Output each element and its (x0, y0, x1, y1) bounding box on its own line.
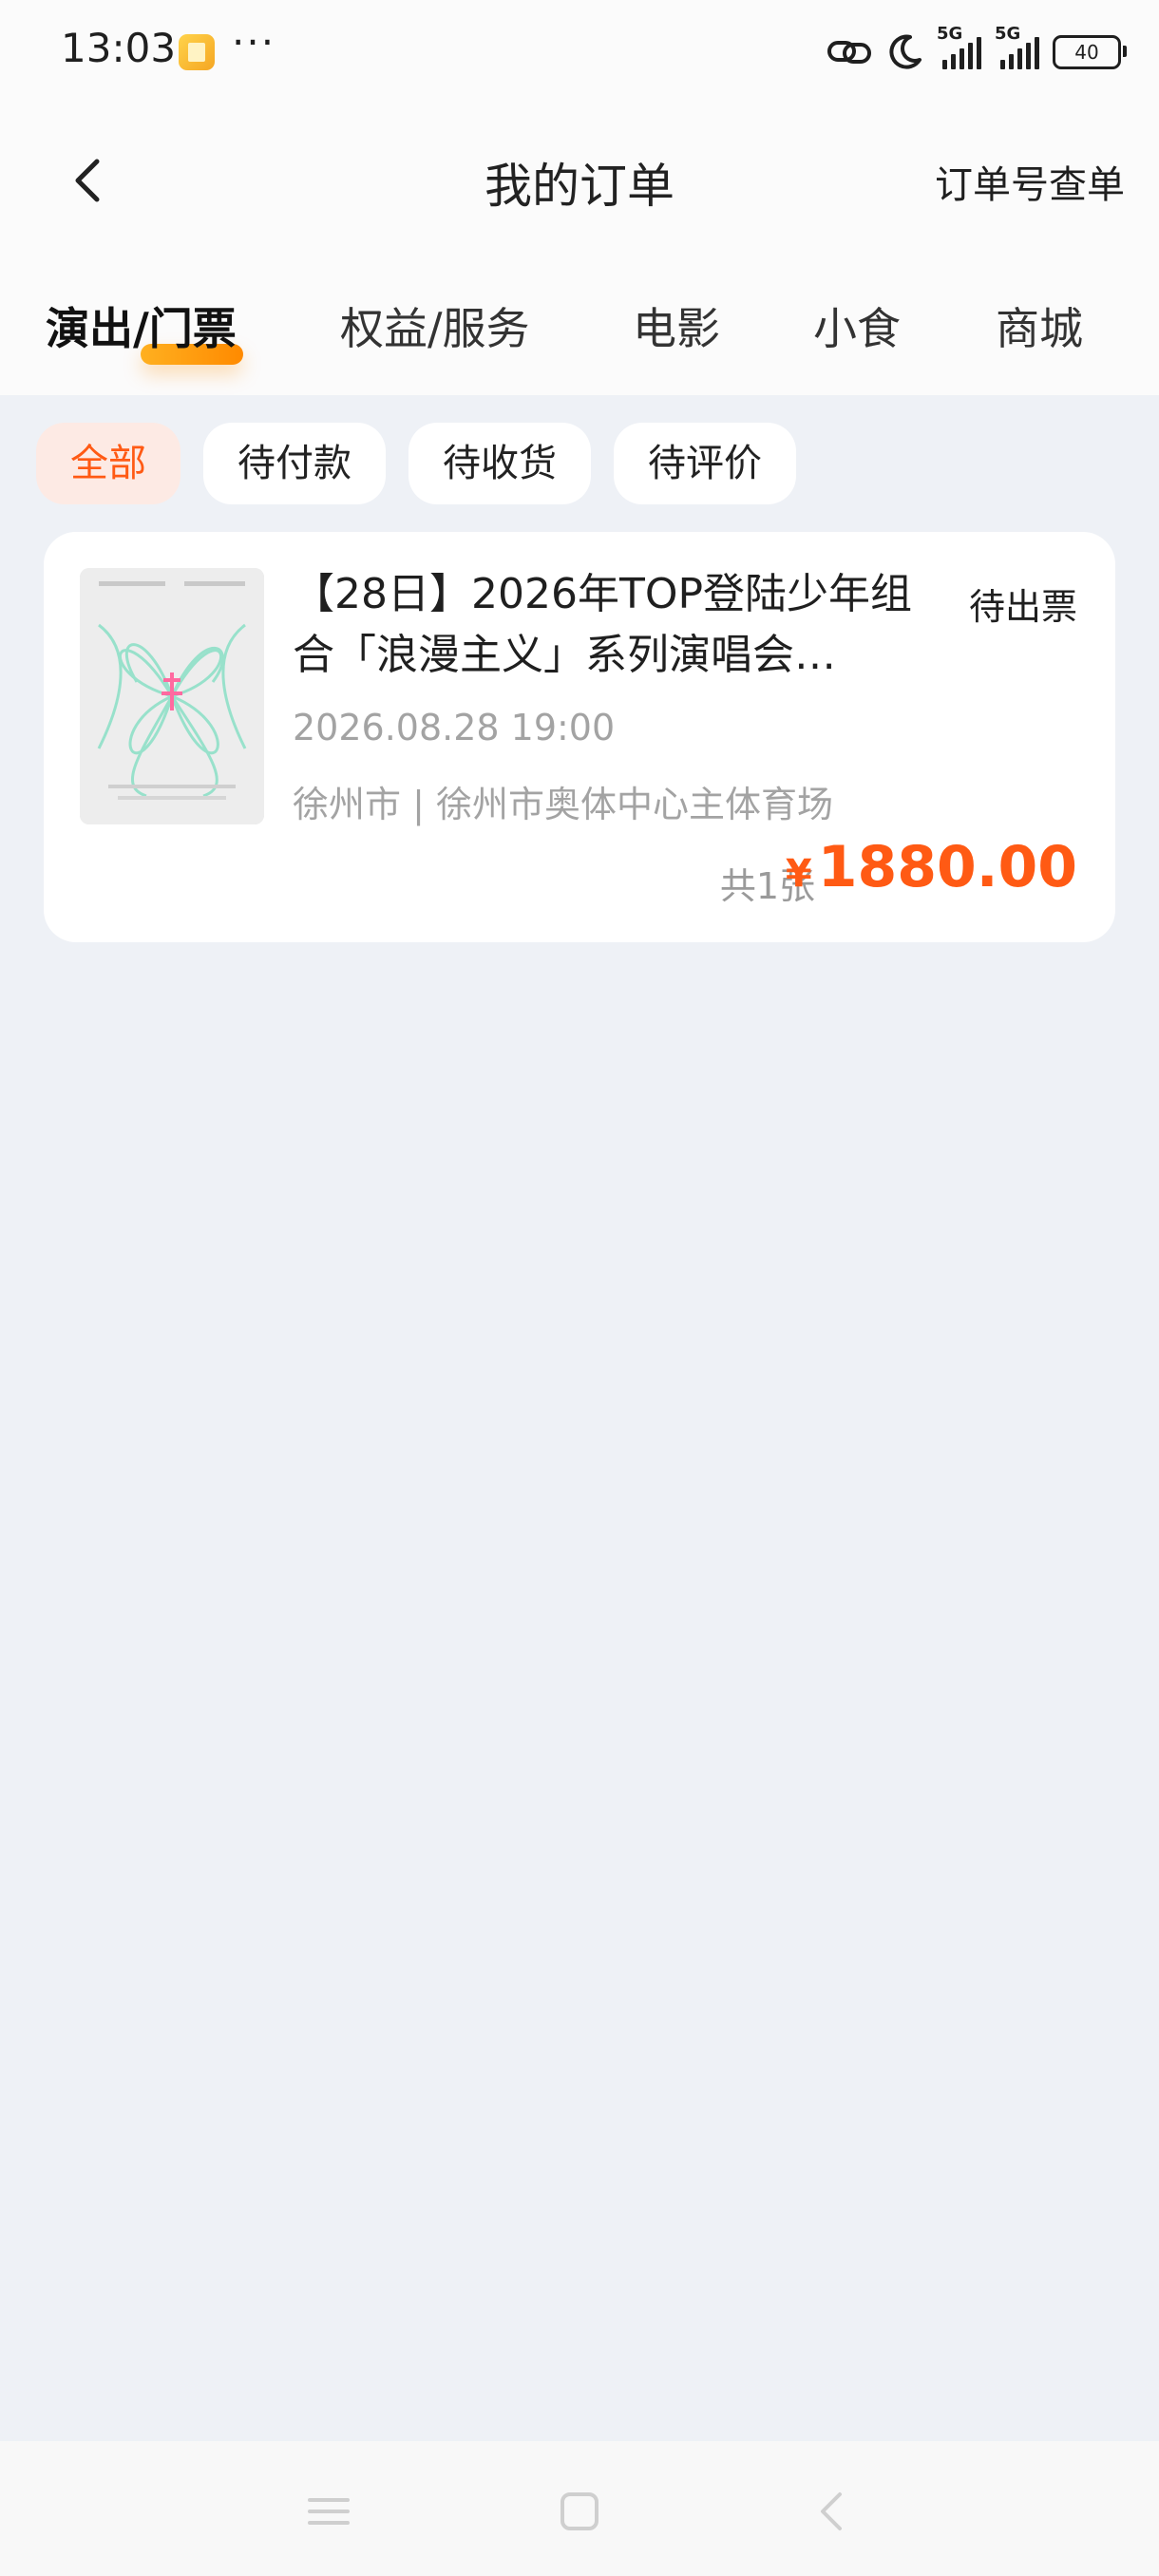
status-icons: 5G 5G 40 (826, 24, 1127, 76)
filter-pending-delivery[interactable]: 待收货 (408, 423, 591, 504)
moon-icon (889, 34, 922, 69)
event-poster-image (80, 568, 264, 824)
menu-icon[interactable] (300, 2483, 357, 2540)
link-icon (827, 41, 871, 64)
status-time: 13:03 (61, 25, 177, 71)
app-notification-icon (179, 34, 215, 70)
order-event-title: 【28日】2026年TOP登陆少年组合「浪漫主义」系列演唱会… (293, 570, 913, 679)
system-nav-bar (0, 2441, 1159, 2576)
signal-icon: 5G (937, 24, 981, 69)
tab-movies[interactable]: 电影 (633, 294, 720, 357)
price-amount: 1880.00 (817, 834, 1077, 900)
poster-artwork (80, 568, 264, 824)
filter-pending-payment[interactable]: 待付款 (203, 423, 386, 504)
tab-label: 商城 (996, 303, 1083, 354)
tab-performance-tickets[interactable]: 演出/门票 (46, 294, 243, 365)
battery-icon: 40 (1053, 35, 1127, 69)
back-icon[interactable] (804, 2483, 861, 2540)
filter-pending-review[interactable]: 待评价 (614, 423, 796, 504)
network-type-1: 5G (937, 24, 963, 44)
filter-all[interactable]: 全部 (36, 423, 180, 504)
category-tabs: 演出/门票 权益/服务 电影 小食 商城 (0, 285, 1159, 370)
status-bar: 13:03 ··· 5G 5G 40 (0, 0, 1159, 104)
signal-icon-2: 5G (995, 24, 1039, 69)
order-lookup-button[interactable]: 订单号查单 (935, 154, 1125, 209)
tab-benefits-services[interactable]: 权益/服务 (340, 294, 530, 357)
tab-mall[interactable]: 商城 (996, 294, 1083, 357)
order-price: ¥1880.00 (786, 834, 1077, 900)
network-type-2: 5G (995, 24, 1021, 44)
tab-snacks[interactable]: 小食 (813, 294, 901, 357)
tab-label: 小食 (813, 303, 901, 354)
order-datetime: 2026.08.28 19:00 (293, 707, 616, 748)
order-status: 待出票 (968, 586, 1077, 628)
tab-label: 电影 (633, 303, 720, 354)
more-notifications-icon: ··· (232, 19, 276, 66)
tab-label: 权益/服务 (340, 303, 530, 354)
currency-symbol: ¥ (785, 852, 812, 896)
nav-bar: 我的订单 订单号查单 (0, 123, 1159, 237)
order-venue: 徐州市 | 徐州市奥体中心主体育场 (293, 784, 833, 825)
home-icon[interactable] (551, 2483, 608, 2540)
order-card[interactable]: 【28日】2026年TOP登陆少年组合「浪漫主义」系列演唱会… 待出票 2026… (44, 532, 1115, 942)
tab-label: 演出/门票 (46, 303, 237, 354)
status-filter-chips: 全部 待付款 待收货 待评价 (36, 423, 796, 504)
